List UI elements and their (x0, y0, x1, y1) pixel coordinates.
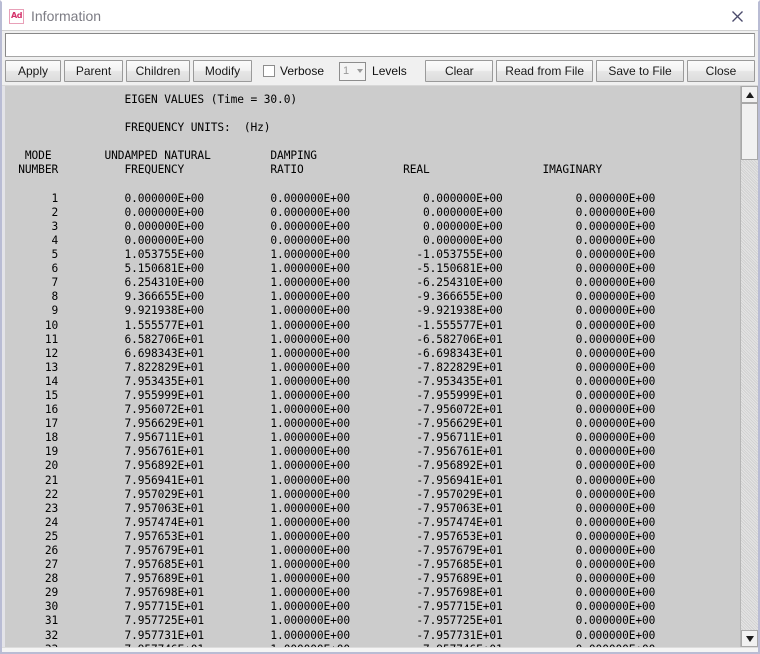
levels-spinner[interactable]: 1 (339, 61, 367, 81)
scroll-up-arrow-glyph (745, 91, 754, 98)
toolbar-button-bar: Apply Parent Children Modify Verbose 1 L… (5, 60, 755, 82)
ad-badge-icon: Ad (9, 8, 24, 24)
information-window: Ad Information Apply Parent Children Mod… (0, 0, 760, 654)
command-input[interactable] (5, 33, 755, 57)
scroll-down-arrow-glyph (745, 635, 754, 642)
scrollbar-thumb[interactable] (741, 103, 758, 160)
levels-group: 1 Levels (331, 60, 407, 82)
window-title: Information (31, 8, 102, 24)
scrollbar-track[interactable] (741, 103, 758, 630)
report-text: EIGEN VALUES (Time = 30.0) FREQUENCY UNI… (18, 93, 656, 647)
clear-button[interactable]: Clear (425, 60, 494, 82)
close-button[interactable]: Close (687, 60, 755, 82)
verbose-checkbox[interactable] (263, 65, 275, 77)
levels-label: Levels (372, 64, 407, 78)
children-button[interactable]: Children (126, 60, 190, 82)
verbose-checkbox-group[interactable]: Verbose (255, 60, 328, 82)
title-bar: Ad Information (2, 2, 758, 30)
scroll-down-arrow-icon[interactable] (741, 630, 758, 647)
parent-button[interactable]: Parent (64, 60, 123, 82)
verbose-label: Verbose (280, 64, 325, 78)
ad-badge-icon-label: Ad (10, 11, 23, 20)
toolbar: Apply Parent Children Modify Verbose 1 L… (2, 30, 758, 85)
chevron-down-icon[interactable] (357, 69, 364, 73)
eigen-values-report: EIGEN VALUES (Time = 30.0) FREQUENCY UNI… (2, 86, 740, 647)
apply-button[interactable]: Apply (5, 60, 61, 82)
modify-button[interactable]: Modify (193, 60, 252, 82)
status-line (2, 647, 758, 652)
content-area: EIGEN VALUES (Time = 30.0) FREQUENCY UNI… (2, 85, 758, 647)
vertical-scrollbar[interactable] (740, 86, 758, 647)
levels-value: 1 (343, 64, 350, 77)
save-to-file-button[interactable]: Save to File (596, 60, 684, 82)
close-icon[interactable] (724, 2, 750, 30)
read-from-file-button[interactable]: Read from File (496, 60, 593, 82)
scroll-up-arrow-icon[interactable] (741, 86, 758, 103)
